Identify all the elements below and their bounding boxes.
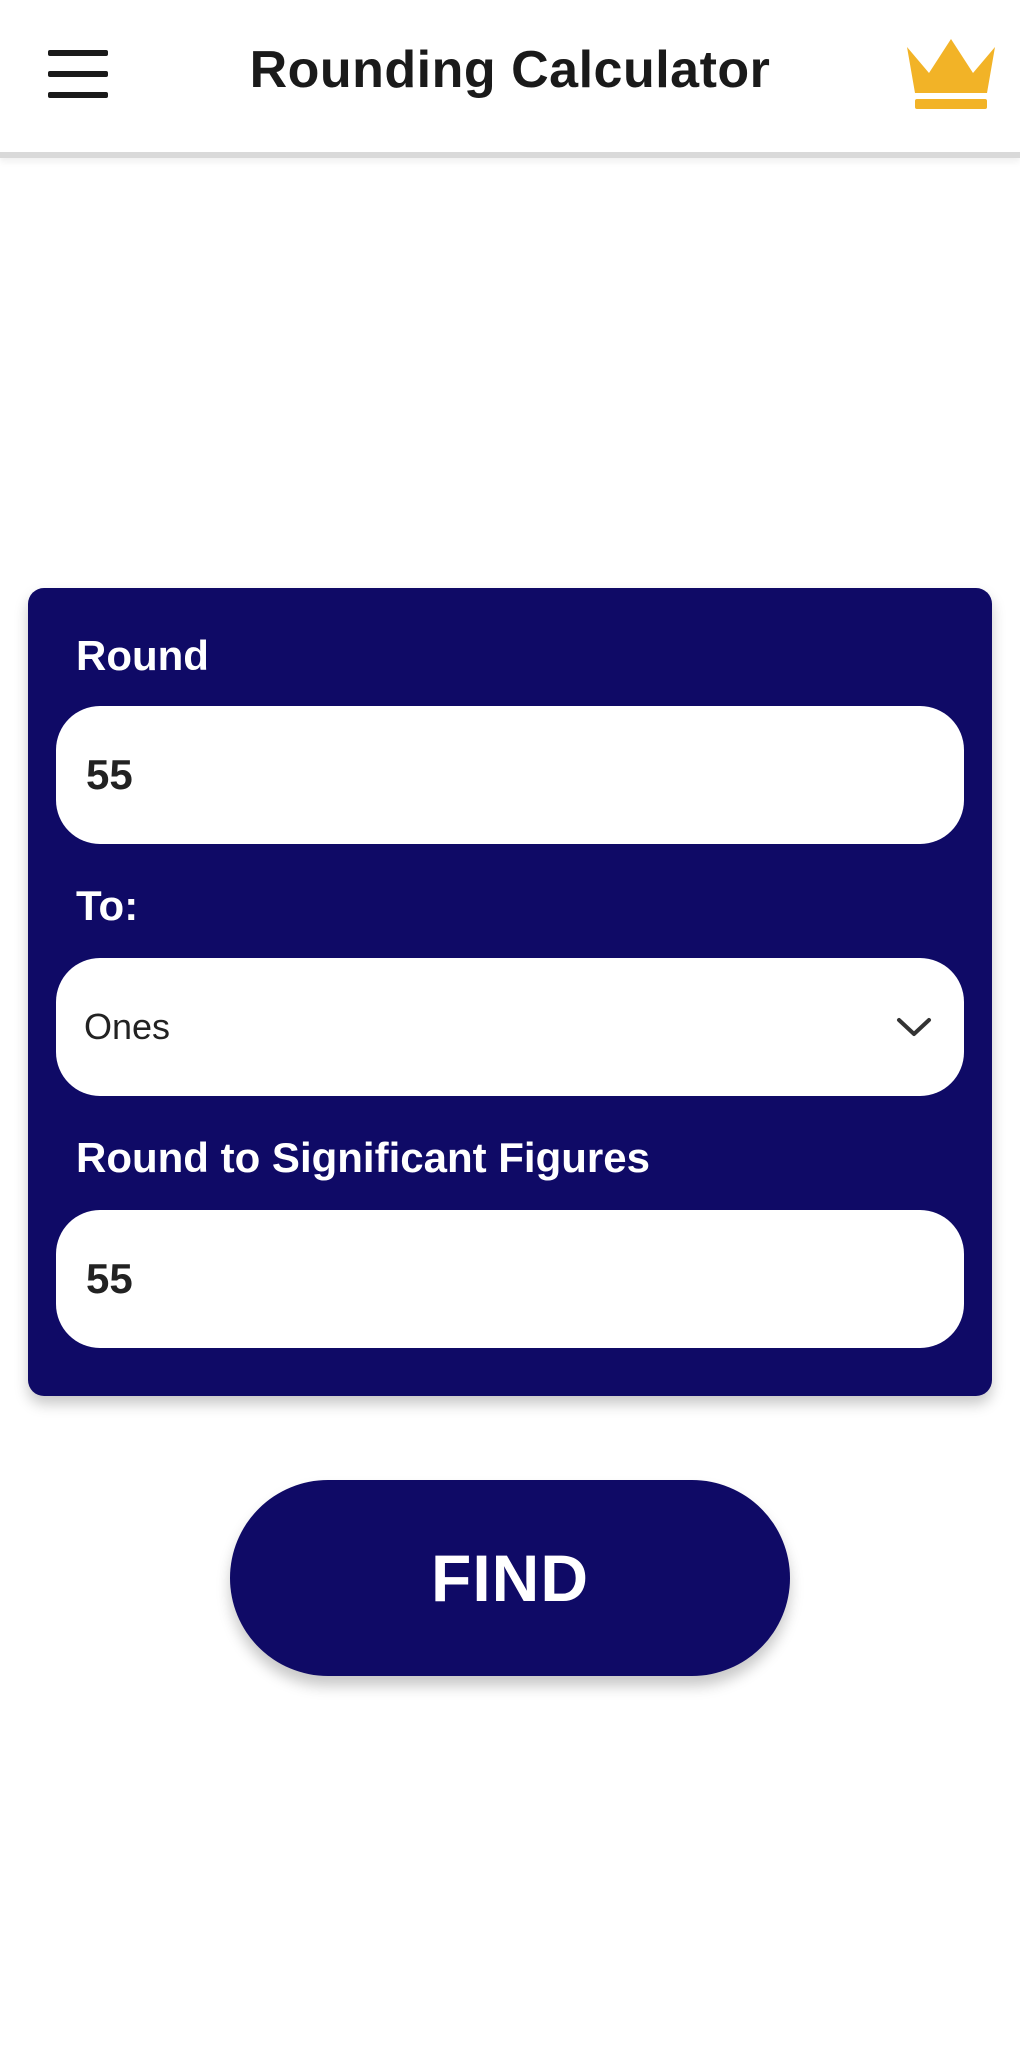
to-select-value: Ones <box>84 1006 171 1047</box>
calculator-card: Round To: Ones Round to Significant Figu… <box>28 588 992 1396</box>
to-select[interactable]: Ones <box>56 958 964 1096</box>
sigfig-field[interactable] <box>56 1210 964 1348</box>
chevron-down-icon <box>892 1005 936 1049</box>
premium-button[interactable] <box>896 28 1006 118</box>
crown-icon <box>907 39 995 109</box>
page-title: Rounding Calculator <box>249 41 771 99</box>
find-button[interactable]: FIND <box>230 1480 790 1676</box>
round-field[interactable] <box>56 706 964 844</box>
sigfig-label: Round to Significant Figures <box>76 1134 650 1181</box>
app-screen: Rounding Calculator Round To: Ones Round… <box>0 0 1020 2068</box>
sigfig-input[interactable] <box>84 1254 936 1304</box>
to-label: To: <box>76 882 139 929</box>
round-label: Round <box>76 632 209 679</box>
round-input[interactable] <box>84 750 936 800</box>
app-bar: Rounding Calculator <box>0 0 1020 158</box>
